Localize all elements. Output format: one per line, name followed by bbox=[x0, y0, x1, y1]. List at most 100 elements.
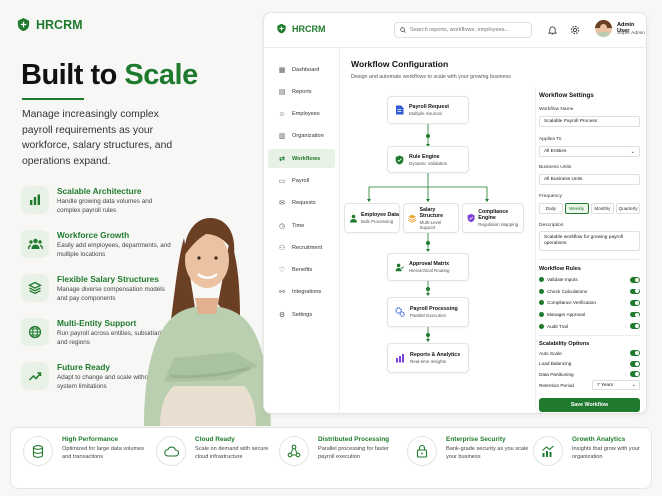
brand-logo[interactable]: HRCRM bbox=[16, 17, 83, 32]
workflow-node-reports-analytics[interactable]: Reports & Analytics Real-time Insights bbox=[387, 343, 469, 373]
node-title: Approval Matrix bbox=[409, 261, 450, 267]
divider bbox=[539, 259, 640, 260]
sidebar-item-label: Employees bbox=[292, 111, 320, 118]
hero-title: Built to Scale bbox=[21, 59, 198, 92]
sidebar-item-requests[interactable]: ✉ Requests bbox=[268, 194, 335, 213]
bottom-feature: High Performance Optimized for large data… bbox=[23, 436, 147, 466]
rule-item: Audit Trail bbox=[539, 320, 640, 332]
bottom-feature: Distributed Processing Parallel processin… bbox=[279, 436, 403, 466]
workflow-name-input[interactable]: Scalable Payroll Process bbox=[539, 116, 640, 127]
workflow-node-payroll-request[interactable]: Payroll Request Multiple Sources bbox=[387, 96, 469, 124]
user-role: Super Admin bbox=[617, 31, 646, 36]
chevron-down-icon: ⌄ bbox=[631, 382, 636, 389]
sidebar-item-employees[interactable]: ☺ Employees bbox=[268, 105, 335, 124]
bottom-feature-desc: Scale on demand with secure cloud infras… bbox=[195, 446, 269, 460]
rule-item: Check Calculations bbox=[539, 286, 640, 298]
business-units-input[interactable]: All Business Units bbox=[539, 174, 640, 185]
frequency-option-monthly[interactable]: Monthly bbox=[590, 203, 615, 214]
database-icon bbox=[23, 436, 53, 466]
bottom-feature-title: High Performance bbox=[62, 436, 118, 443]
workflow-node-approval-matrix[interactable]: Approval Matrix Hierarchical Routing bbox=[387, 253, 469, 281]
sidebar-item-benefits[interactable]: ♡ Benefits bbox=[268, 261, 335, 280]
sidebar-item-reports[interactable]: ▤ Reports bbox=[268, 82, 335, 101]
scalability-list: Auto Scale Load Balancing Data Partition… bbox=[539, 348, 640, 392]
bell-icon[interactable] bbox=[548, 25, 557, 35]
scalability-toggle[interactable] bbox=[630, 371, 640, 378]
retention-row: Retention Period 7 Years ⌄ bbox=[539, 379, 640, 391]
node-subtitle: Hierarchical Routing bbox=[409, 268, 450, 273]
report-icon: ▤ bbox=[278, 88, 286, 96]
sidebar-item-label: Time bbox=[292, 222, 305, 229]
workflow-node-employee-data[interactable]: Employee Data Bulk Processing bbox=[344, 203, 400, 233]
divider bbox=[539, 334, 640, 336]
workflow-icon: ⇄ bbox=[279, 155, 285, 163]
rule-label: Manager Approval bbox=[547, 312, 586, 318]
chevron-down-icon: ⌄ bbox=[630, 148, 635, 155]
sidebar-item-integrations[interactable]: ⚯ Integrations bbox=[268, 283, 335, 302]
cloud-icon bbox=[156, 436, 186, 466]
scalability-label: Data Partitioning bbox=[539, 371, 574, 377]
frequency-option-weekly[interactable]: Weekly bbox=[564, 203, 589, 214]
bottom-feature: Cloud Ready Scale on demand with secure c… bbox=[156, 436, 280, 466]
gear-icon[interactable] bbox=[570, 25, 580, 35]
bottom-feature: Growth Analytics Insights that grow with … bbox=[533, 436, 645, 466]
sidebar-item-label: Payroll bbox=[292, 177, 310, 184]
user-check-icon bbox=[395, 263, 404, 271]
crest-icon bbox=[277, 23, 286, 34]
workflow-node-payroll-processing[interactable]: Payroll Processing Parallel Execution bbox=[387, 297, 469, 327]
gear-icon: ⚙ bbox=[278, 311, 286, 319]
sidebar-item-dashboard[interactable]: ▦ Dashboard bbox=[268, 60, 335, 79]
bottom-feature-desc: Parallel processing for faster payroll e… bbox=[318, 446, 389, 460]
node-title: Employee Data bbox=[361, 212, 399, 218]
users-icon bbox=[350, 214, 357, 222]
workflow-node-rule-engine[interactable]: Rule Engine Dynamic Validation bbox=[387, 146, 469, 173]
rule-toggle[interactable] bbox=[630, 277, 640, 283]
scalability-item: Load Balancing bbox=[539, 358, 640, 369]
sidebar-item-label: Requests bbox=[292, 200, 316, 207]
plug-icon: ⚯ bbox=[279, 289, 285, 297]
wallet-icon: ▭ bbox=[278, 177, 286, 185]
request-icon: ✉ bbox=[279, 200, 285, 208]
rule-label: Compliance Verification bbox=[547, 300, 596, 306]
workflow-node-compliance-engine[interactable]: Compliance Engine Regulation Mapping bbox=[462, 203, 524, 233]
scalability-toggle[interactable] bbox=[630, 350, 640, 357]
avatar[interactable] bbox=[595, 20, 612, 37]
retention-select[interactable]: 7 Years ⌄ bbox=[592, 380, 640, 391]
select-value: 7 Years bbox=[597, 382, 614, 388]
rule-toggle[interactable] bbox=[630, 288, 640, 295]
bottom-feature-title: Cloud Ready bbox=[195, 436, 235, 443]
retention-label: Retention Period bbox=[539, 382, 574, 388]
node-subtitle: Bulk Processing bbox=[361, 219, 394, 224]
share-nodes-icon bbox=[279, 436, 309, 466]
sidebar-item-recruitment[interactable]: ⚇ Recruitment bbox=[268, 238, 335, 257]
workflow-settings-panel: Workflow Settings Workflow Name Scalable… bbox=[535, 87, 640, 413]
globe-icon bbox=[21, 318, 49, 346]
node-subtitle: Parallel Execution bbox=[410, 313, 447, 318]
sidebar-item-time[interactable]: ◷ Time bbox=[268, 216, 335, 235]
description-textarea[interactable]: Scalable workflow for growing payroll op… bbox=[539, 231, 640, 251]
app-logo[interactable]: HRCRM bbox=[276, 23, 326, 34]
bottom-feature: Enterprise Security Bank-grade security a… bbox=[407, 436, 531, 466]
layers-icon bbox=[408, 214, 417, 223]
rule-toggle[interactable] bbox=[630, 300, 640, 306]
applies-to-select[interactable]: All Entities ⌄ bbox=[539, 146, 640, 157]
rule-toggle[interactable] bbox=[630, 323, 640, 329]
scalability-toggle[interactable] bbox=[630, 360, 640, 367]
rule-toggle[interactable] bbox=[630, 311, 640, 318]
lock-icon bbox=[407, 436, 437, 466]
node-title: Compliance Engine bbox=[478, 209, 509, 221]
frequency-option-quarterly[interactable]: Quarterly bbox=[616, 203, 640, 214]
node-subtitle: Multi-Level Support bbox=[419, 219, 442, 230]
sidebar-item-workflows[interactable]: ⇄ Workflows bbox=[268, 149, 335, 169]
page-subtitle: Design and automate workflows to scale w… bbox=[351, 74, 511, 80]
search-input[interactable]: Search reports, workflows, employees... bbox=[394, 22, 532, 38]
workflow-node-salary-structure[interactable]: Salary Structure Multi-Level Support bbox=[403, 203, 459, 233]
frequency-option-daily[interactable]: Daily bbox=[539, 203, 563, 214]
node-subtitle: Real-time Insights bbox=[410, 359, 447, 364]
check-circle-icon bbox=[539, 312, 544, 318]
connector-dot bbox=[426, 241, 430, 245]
sidebar-item-organization[interactable]: ▥ Organization bbox=[268, 127, 335, 146]
sidebar-item-payroll[interactable]: ▭ Payroll bbox=[268, 171, 335, 190]
save-workflow-button[interactable]: Save Workflow bbox=[539, 398, 640, 413]
sidebar-item-settings[interactable]: ⚙ Settings bbox=[268, 305, 335, 324]
